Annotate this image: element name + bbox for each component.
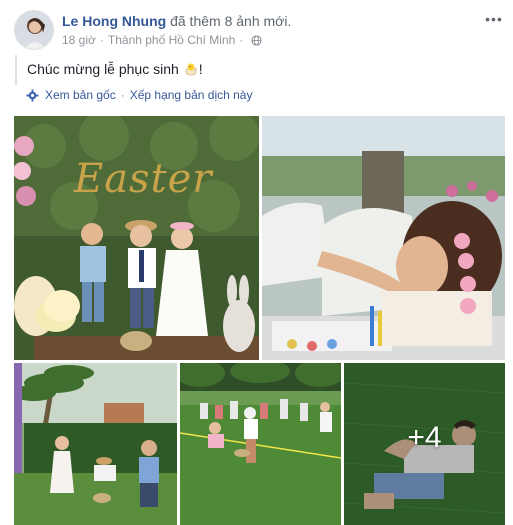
rate-translation-link[interactable]: Xếp hạng bản dịch này (130, 88, 253, 102)
post-timestamp[interactable]: 18 giờ (62, 33, 96, 47)
post-location[interactable]: Thành phố Hồ Chí Minh (108, 33, 235, 47)
post-meta: 18 giờ · Thành phố Hồ Chí Minh · (62, 33, 262, 47)
gear-icon[interactable] (26, 88, 39, 102)
globe-icon[interactable] (251, 34, 262, 46)
post-text-end: ! (198, 61, 203, 77)
translation-row: Xem bản gốc · Xếp hạng bản dịch này (26, 87, 252, 103)
hatching-chick-icon (185, 63, 196, 76)
post-text-main: Chúc mừng lễ phục sinh (27, 61, 183, 77)
photo-girl-painting[interactable] (262, 116, 505, 360)
more-options-icon[interactable]: ••• (484, 12, 504, 28)
photo-egg-hunt-palms[interactable] (14, 363, 177, 525)
post-text: Chúc mừng lễ phục sinh ! (15, 55, 502, 85)
post-header: Le Hong Nhung đã thêm 8 ảnh mới. 18 giờ … (14, 10, 504, 52)
avatar[interactable] (14, 10, 54, 50)
photo-more-overlay[interactable]: +4 (344, 363, 505, 525)
meta-separator: · (99, 33, 104, 47)
translate-separator: · (120, 88, 125, 102)
meta-separator: · (239, 33, 244, 47)
author-name[interactable]: Le Hong Nhung (62, 13, 166, 29)
post-action-text: đã thêm 8 ảnh mới. (166, 13, 292, 29)
photo-egg-hunt-lawn[interactable] (180, 363, 341, 525)
easter-banner-text: Easter (74, 156, 213, 202)
photo-easter-kids[interactable]: Easter (14, 116, 259, 360)
post-title-line: Le Hong Nhung đã thêm 8 ảnh mới. (62, 13, 291, 29)
see-original-link[interactable]: Xem bản gốc (45, 88, 116, 102)
more-photos-count[interactable]: +4 (344, 421, 505, 455)
